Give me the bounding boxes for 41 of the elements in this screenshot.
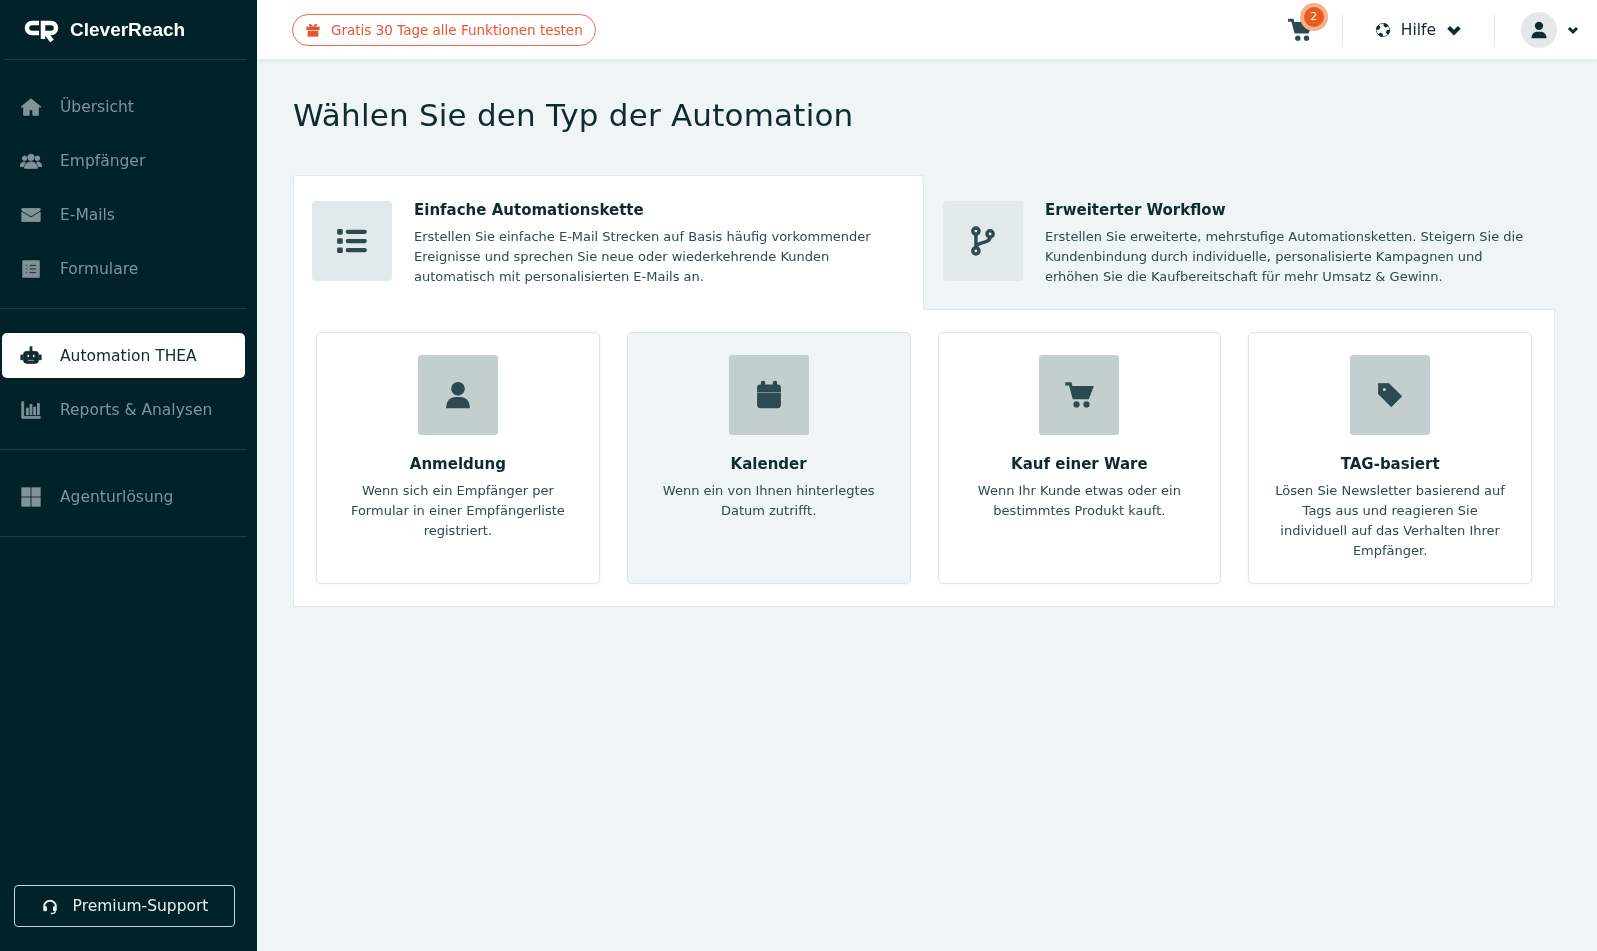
card-title: Kalender <box>730 455 807 473</box>
sidebar-item[interactable]: Formulare <box>2 246 245 291</box>
sidebar-item[interactable]: Empfänger <box>2 138 245 183</box>
lifebuoy-icon <box>1374 21 1391 38</box>
headset-icon <box>40 897 59 915</box>
sidebar-item[interactable]: Automation THEA <box>2 333 245 378</box>
trigger-card[interactable]: Kauf einer Ware Wenn Ihr Kunde etwas oder ein bestimmtes Produkt kauft. <box>937 332 1222 584</box>
card-description: Wenn sich ein Empfänger per Formular in einer Empfängerliste registriert. <box>349 482 566 540</box>
premium-support-button[interactable]: Premium-Support <box>14 885 235 927</box>
tab-description: Erstellen Sie einfache E-Mail Strecken auf Basis häufig vorkommender Ereignisse und sprechen Sie neue oder wiederkehrende Kunden automatisch mit personalisierten E-Mails an. <box>414 228 872 286</box>
sidebar-item[interactable]: Reports & Analysen <box>2 387 245 432</box>
card-description: Wenn ein von Ihnen hinterlegtes Datum zutrifft. <box>661 482 876 520</box>
automation-type-tab[interactable]: Einfache Automationskette Erstellen Sie einfache E-Mail Strecken auf Basis häufig vorkommender Ereignisse und sprechen Sie neue oder wiederkehrende Kunden automatisch mit personalisierten E-Mails an. <box>293 175 924 310</box>
logo-text: CleverReach <box>70 18 186 41</box>
card-description: Wenn Ihr Kunde etwas oder ein bestimmtes Produkt kauft. <box>976 482 1182 520</box>
user-icon <box>1529 19 1549 40</box>
tab-title: Erweiterter Workflow <box>1045 201 1227 219</box>
sidebar-item[interactable]: E-Mails <box>2 192 245 237</box>
trigger-card[interactable]: Anmeldung Wenn sich ein Empfänger per Formular in einer Empfängerliste registriert. <box>316 332 600 584</box>
home-icon <box>20 95 42 118</box>
card-description: Lösen Sie Newsletter basierend auf Tags aus und reagieren Sie individuell auf das Verhalten Ihrer Empfänger. <box>1274 482 1506 560</box>
cart-icon <box>1064 380 1095 410</box>
gift-icon <box>305 21 321 38</box>
form-icon <box>20 257 42 280</box>
trigger-card[interactable]: Kalender Wenn ein von Ihnen hinterlegtes Datum zutrifft. <box>626 332 911 584</box>
chart-icon <box>20 398 42 421</box>
card-title: TAG-basiert <box>1340 455 1440 473</box>
card-title: Kauf einer Ware <box>1011 455 1148 473</box>
tab-description: Erstellen Sie erweiterte, mehrstufige Automationsketten. Steigern Sie die Kundenbindung durch individuelle, personalisierte Kampagnen und erhöhen Sie die Kaufbereitschaft für mehr Umsatz & Gewinn. <box>1045 228 1525 286</box>
card-title: Anmeldung <box>409 455 506 473</box>
cart-count-badge: 2 <box>1303 6 1324 27</box>
grid-icon <box>20 485 42 508</box>
trial-button[interactable]: Gratis 30 Tage alle Funktionen testen <box>292 13 596 46</box>
page-title: Wählen Sie den Typ der Automation <box>293 97 855 133</box>
help-menu[interactable]: Hilfe <box>1368 19 1468 40</box>
sidebar-item[interactable]: Agenturlösung <box>2 474 245 519</box>
robot-icon <box>20 344 42 367</box>
sidebar-item[interactable]: Übersicht <box>2 84 245 129</box>
trigger-card[interactable]: TAG-basiert Lösen Sie Newsletter basierend auf Tags aus und reagieren Sie individuell auf das Verhalten Ihrer Empfänger. <box>1248 332 1532 584</box>
tab-title: Einfache Automationskette <box>414 201 645 219</box>
avatar-button[interactable] <box>1521 11 1557 48</box>
